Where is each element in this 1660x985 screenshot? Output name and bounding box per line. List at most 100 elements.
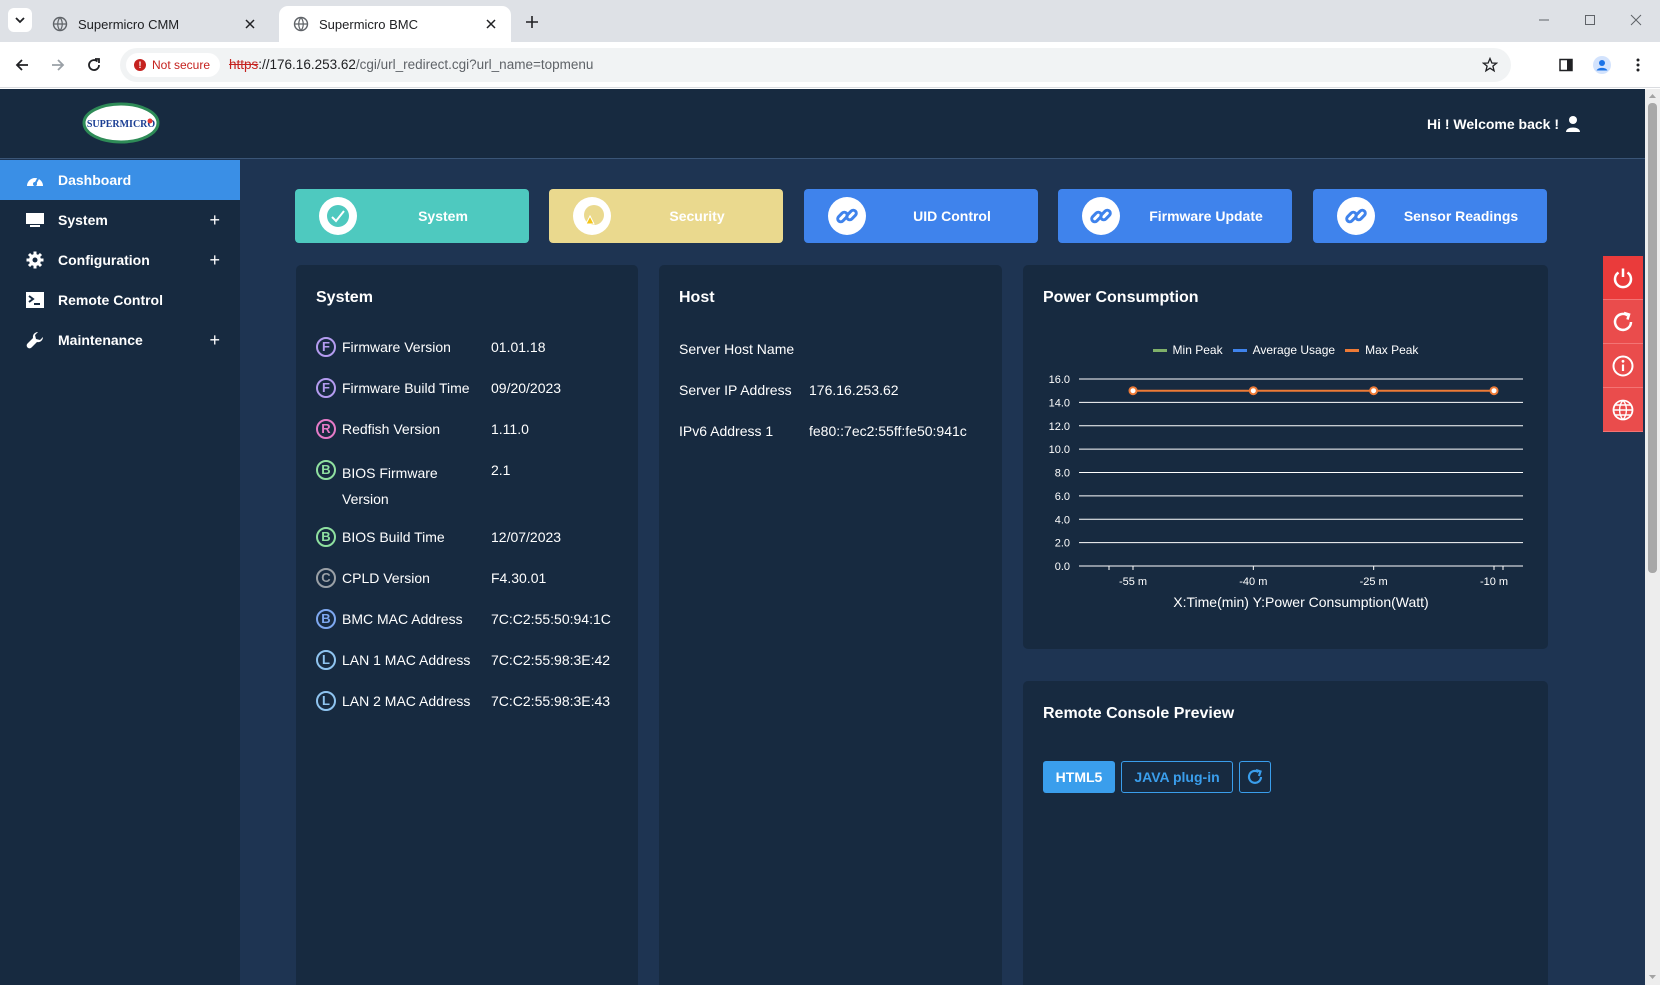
java-plugin-button[interactable]: JAVA plug-in [1121,761,1233,793]
browser-tab-bmc[interactable]: Supermicro BMC [279,6,511,42]
y-tick-label: 0.0 [1055,561,1070,573]
forward-button[interactable] [46,53,70,77]
security-chip-label: Not secure [152,58,211,72]
host-info-value: 176.16.253.62 [809,382,899,398]
browser-menu-button[interactable] [1626,53,1650,77]
info-icon [1612,355,1634,376]
side-panel-button[interactable] [1554,53,1578,77]
link-icon [1082,197,1120,235]
system-info-label: LAN 2 MAC Address [342,693,471,709]
system-info-row: F Firmware Build Time 09/20/2023 [316,378,626,398]
system-info-row: C CPLD Version F4.30.01 [316,568,626,588]
bios-letter-icon: B [316,460,336,480]
refresh-preview-button[interactable] [1239,761,1271,793]
y-tick-label: 6.0 [1055,491,1070,503]
sidebar-item-label: Maintenance [58,332,143,348]
power-icon [1613,268,1633,288]
sensor-readings-quick-button[interactable]: Sensor Readings [1313,189,1547,243]
system-info-row: B BIOS Build Time 12/07/2023 [316,527,626,547]
uid-control-quick-button[interactable]: UID Control [804,189,1038,243]
tab-search-button[interactable] [8,8,32,32]
host-info-label: Server IP Address [679,382,792,398]
power-button[interactable] [1603,256,1643,300]
system-info-label: Firmware Build Time [342,380,470,396]
data-point [1369,386,1379,396]
tab-title: Supermicro CMM [78,16,180,32]
sidebar-item-configuration[interactable]: Configuration + [0,240,240,280]
card-title: Remote Console Preview [1043,705,1235,722]
language-button[interactable] [1603,388,1643,432]
plus-icon [526,16,538,28]
power-chart: 16.0 14.0 12.0 10.0 8.0 6.0 4.0 2.0 0.0 -55 m -40 … [1049,374,1523,610]
expand-icon[interactable]: + [209,250,220,270]
close-window-button[interactable] [1624,8,1648,32]
system-quick-button[interactable]: System [295,189,529,243]
system-info-row: F Firmware Version 01.01.18 [316,337,626,357]
url-path: /cgi/url_redirect.cgi?url_name=topmenu [355,57,594,72]
card-title: System [316,289,373,306]
new-tab-button[interactable] [520,10,544,34]
x-axis-label: X:Time(min) Y:Power Consumption(Watt) [1173,594,1428,610]
welcome-message[interactable]: Hi ! Welcome back ! [1427,115,1581,133]
sidebar-item-system[interactable]: System + [0,200,240,240]
minimize-button[interactable] [1532,8,1556,32]
html5-console-button[interactable]: HTML5 [1043,761,1115,793]
y-tick-label: 4.0 [1055,514,1070,526]
close-icon[interactable] [481,14,501,34]
sidebar-item-label: Remote Control [58,292,163,308]
expand-icon[interactable]: + [209,330,220,350]
system-info-value: 09/20/2023 [491,380,562,396]
back-button[interactable] [10,53,34,77]
y-tick-label: 2.0 [1055,538,1070,550]
minimize-icon [1539,19,1549,21]
bookmark-star-button[interactable] [1479,54,1501,76]
host-info-row: Server IP Address 176.16.253.62 [679,382,899,398]
y-tick-label: 8.0 [1055,468,1070,480]
system-info-value: F4.30.01 [491,570,547,586]
firmware-update-quick-button[interactable]: Firmware Update [1058,189,1292,243]
sidebar-item-remote-control[interactable]: Remote Control [0,280,240,320]
lan-letter-icon: L [316,650,336,670]
warning-icon: ! [134,59,146,71]
system-info-label: BMC MAC Address [342,611,463,627]
arrow-right-icon [52,59,65,71]
scroll-down-icon[interactable] [1648,973,1657,981]
security-quick-button[interactable]: Security [549,189,783,243]
scrollbar-thumb[interactable] [1648,103,1657,573]
refresh-icon [1247,768,1263,784]
sidebar-item-maintenance[interactable]: Maintenance + [0,320,240,360]
expand-icon[interactable]: + [209,210,220,230]
quick-button-label: Firmware Update [1149,208,1263,224]
system-info-label: Firmware Version [342,339,451,355]
kebab-menu-icon [1636,58,1640,72]
user-icon[interactable] [1565,115,1581,133]
reset-icon [1613,311,1633,331]
browser-tab-cmm[interactable]: Supermicro CMM [38,6,270,42]
data-point [1128,386,1138,396]
reload-button[interactable] [82,53,106,77]
maximize-button[interactable] [1578,8,1602,32]
security-chip[interactable]: ! Not secure [126,53,221,77]
host-info-value: fe80::7ec2:55ff:fe50:941c [809,423,967,439]
sidebar-item-dashboard[interactable]: Dashboard [0,160,240,200]
link-icon [1337,197,1375,235]
system-info-row: L LAN 1 MAC Address 7C:C2:55:98:3E:42 [316,650,626,670]
bmc-letter-icon: B [316,609,336,629]
system-info-row: B BMC MAC Address 7C:C2:55:50:94:1C [316,609,626,629]
scroll-up-icon[interactable] [1648,92,1657,100]
url-host: ://176.16.253.62 [258,57,356,72]
close-icon [1630,14,1642,26]
reset-button[interactable] [1603,300,1643,344]
profile-button[interactable] [1590,53,1614,77]
url-text[interactable]: https://176.16.253.62/cgi/url_redirect.c… [229,57,593,72]
firmware-letter-icon: F [316,378,336,398]
address-bar[interactable]: ! Not secure https://176.16.253.62/cgi/u… [120,48,1511,82]
globe-icon [1612,399,1634,420]
sidebar-item-label: Dashboard [58,172,132,188]
page-scrollbar[interactable] [1645,89,1660,985]
supermicro-logo[interactable]: SUPERMICRO [82,102,160,144]
system-info-value: 7C:C2:55:98:3E:42 [491,652,611,668]
close-icon[interactable] [240,14,260,34]
host-info-row: Server Host Name [679,341,794,357]
info-button[interactable] [1603,344,1643,388]
